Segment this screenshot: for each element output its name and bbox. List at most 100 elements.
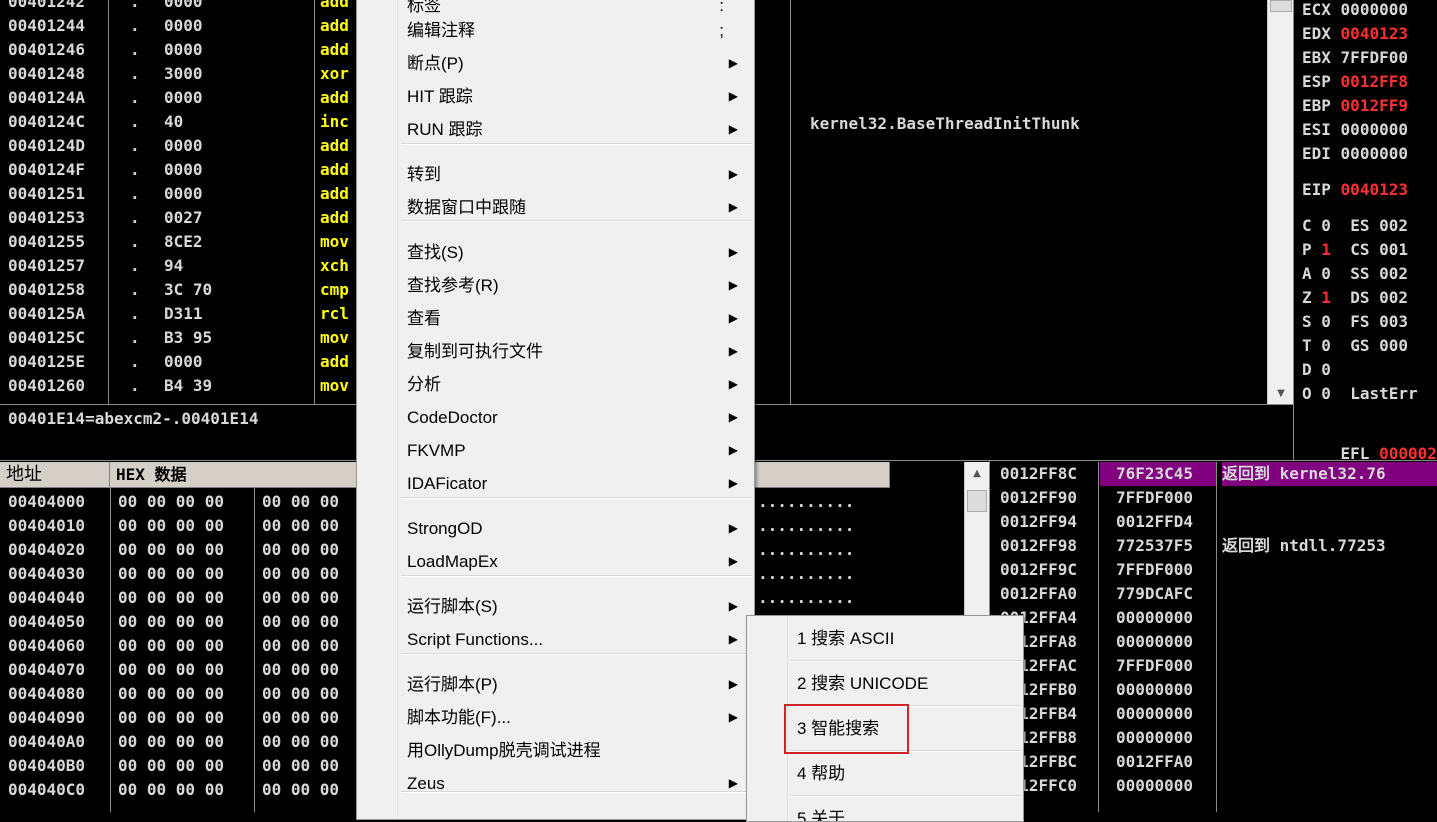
register-ebx[interactable]: EBX 7FFDF00 xyxy=(1302,46,1408,70)
disasm-opcode: add xyxy=(320,208,349,227)
register-esp[interactable]: ESP 0012FF8 xyxy=(1302,70,1408,94)
menu-item-19[interactable]: 运行脚本(P) ▶ xyxy=(357,668,754,701)
disasm-row[interactable]: 00401257. 94 xch xyxy=(0,254,357,278)
flag-row[interactable]: T 0 GS 000 xyxy=(1302,334,1408,358)
submenu-item-1[interactable]: 1 搜索 ASCII xyxy=(747,620,1023,658)
dump-bytes: 00 00 00 xyxy=(262,660,340,679)
disasm-row[interactable]: 00401246. 0000 add xyxy=(0,38,357,62)
flag-row[interactable]: A 0 SS 002 xyxy=(1302,262,1408,286)
menu-item-1[interactable]: 编辑注释; xyxy=(357,14,754,47)
register-ebp[interactable]: EBP 0012FF9 xyxy=(1302,94,1408,118)
flag-row[interactable]: S 0 FS 003 xyxy=(1302,310,1408,334)
disasm-row[interactable]: 00401260. B4 39 mov xyxy=(0,374,357,398)
context-menu[interactable]: 标签: 编辑注释; 断点(P) ▶ HIT 跟踪 ▶ RUN 跟踪 ▶ 转到 ▶ 数据窗口中跟随 ▶ 查… xyxy=(356,0,755,820)
dump-bytes: 00 00 00 00 xyxy=(118,492,224,511)
stack-row[interactable]: 0012FF90 7FFDF000 xyxy=(990,486,1437,510)
menu-item-8[interactable]: 查找参考(R) ▶ xyxy=(357,269,754,302)
stack-row[interactable]: 0012FFA8 00000000 xyxy=(990,630,1437,654)
stack-row[interactable]: 0012FFB8 00000000 xyxy=(990,726,1437,750)
disasm-row[interactable]: 00401244. 0000 add xyxy=(0,14,357,38)
registers-pane[interactable]: ECX 0000000 EDX 0040123 EBX 7FFDF00 ESP 001… xyxy=(1294,0,1437,460)
submenu-arrow-icon: ▶ xyxy=(728,776,738,790)
scroll-down-icon[interactable]: ▼ xyxy=(1268,384,1294,404)
dump-address: 00404010 xyxy=(8,516,86,535)
stack-row[interactable]: 0012FF94 0012FFD4 xyxy=(990,510,1437,534)
disasm-row[interactable]: 00401255. 8CE2 mov xyxy=(0,230,357,254)
register-eip[interactable]: EIP 0040123 xyxy=(1302,178,1408,202)
menu-item-18[interactable]: Script Functions... ▶ xyxy=(357,623,754,656)
menu-item-13[interactable]: FKVMP ▶ xyxy=(357,434,754,467)
stack-pane[interactable]: 0012FF8C 76F23C45 返回到 kernel32.76 0012FF90 7… xyxy=(990,462,1437,812)
comment-pane[interactable]: kernel32.BaseThreadInitThunk xyxy=(752,0,1267,404)
disasm-row[interactable]: 00401242. 0000 add xyxy=(0,0,357,14)
register-edx[interactable]: EDX 0040123 xyxy=(1302,22,1408,46)
disasm-row[interactable]: 0040125A. D311 rcl xyxy=(0,302,357,326)
menu-item-2[interactable]: 断点(P) ▶ xyxy=(357,47,754,80)
scroll-up-icon[interactable]: ▲ xyxy=(965,464,989,484)
submenu-item-5[interactable]: 5 关于 xyxy=(747,800,1023,821)
flag-row[interactable]: C 0 ES 002 xyxy=(1302,214,1408,238)
stack-row[interactable]: 0012FFB0 00000000 xyxy=(990,678,1437,702)
menu-item-17[interactable]: 运行脚本(S) ▶ xyxy=(357,590,754,623)
menu-item-21[interactable]: 用OllyDump脱壳调试进程 xyxy=(357,734,754,767)
disasm-row[interactable]: 0040125C. B3 95 mov xyxy=(0,326,357,350)
menu-item-12[interactable]: CodeDoctor ▶ xyxy=(357,401,754,434)
register-ecx[interactable]: ECX 0000000 xyxy=(1302,0,1408,22)
disasm-row[interactable]: 00401258. 3C 70 cmp xyxy=(0,278,357,302)
stack-row[interactable]: 0012FFAC 7FFDF000 xyxy=(990,654,1437,678)
menu-item-16[interactable]: LoadMapEx ▶ xyxy=(357,545,754,578)
dump-scrollbar-thumb[interactable] xyxy=(967,490,987,512)
dump-header-address[interactable]: 地址 xyxy=(0,462,110,488)
submenu-item-2[interactable]: 2 搜索 UNICODE xyxy=(747,665,1023,703)
disasm-row[interactable]: 00401253. 0027 add xyxy=(0,206,357,230)
disasm-scrollbar-thumb[interactable] xyxy=(1270,0,1292,12)
menu-item-3[interactable]: HIT 跟踪 ▶ xyxy=(357,80,754,113)
disasm-hex: 0027 xyxy=(164,208,203,227)
stack-row[interactable]: 0012FFA4 00000000 xyxy=(990,606,1437,630)
disasm-row[interactable]: 0040124A. 0000 add xyxy=(0,86,357,110)
stack-address: 0012FF98 xyxy=(1000,536,1078,555)
flag-row[interactable]: O 0 LastErr xyxy=(1302,382,1418,406)
flag-row[interactable]: Z 1 DS 002 xyxy=(1302,286,1408,310)
register-efl[interactable]: EFL 0000024 xyxy=(1302,418,1437,460)
disasm-row[interactable]: 00401248. 3000 xor xyxy=(0,62,357,86)
menu-item-15[interactable]: StrongOD ▶ xyxy=(357,512,754,545)
menu-item-4[interactable]: RUN 跟踪 ▶ xyxy=(357,113,754,146)
disasm-row[interactable]: 0040124D. 0000 add xyxy=(0,134,357,158)
submenu-arrow-icon: ▶ xyxy=(728,599,738,613)
menu-item-10[interactable]: 复制到可执行文件 ▶ xyxy=(357,335,754,368)
stack-row[interactable]: 0012FFA0 779DCAFC xyxy=(990,582,1437,606)
menu-item-label: StrongOD xyxy=(407,519,483,538)
menu-item-7[interactable]: 查找(S) ▶ xyxy=(357,236,754,269)
stack-row[interactable]: 0012FFB4 00000000 xyxy=(990,702,1437,726)
disasm-row[interactable]: 0040124C. 40 inc xyxy=(0,110,357,134)
disasm-row[interactable]: 0040125E. 0000 add xyxy=(0,350,357,374)
menu-item-20[interactable]: 脚本功能(F)... ▶ xyxy=(357,701,754,734)
stack-row[interactable]: 0012FFBC 0012FFA0 xyxy=(990,750,1437,774)
stack-row[interactable]: 0012FFC0 00000000 xyxy=(990,774,1437,798)
menu-item-9[interactable]: 查看 ▶ xyxy=(357,302,754,335)
register-esi[interactable]: ESI 0000000 xyxy=(1302,118,1408,142)
submenu-arrow-icon: ▶ xyxy=(728,56,738,70)
flag-row[interactable]: D 0 xyxy=(1302,358,1350,382)
disasm-row[interactable]: 00401251. 0000 add xyxy=(0,182,357,206)
chinese-search-submenu[interactable]: 1 搜索 ASCII 2 搜索 UNICODE 3 智能搜索 4 帮助 5 关于 xyxy=(746,615,1024,822)
disasm-opcode: cmp xyxy=(320,280,349,299)
disasm-row[interactable]: 0040124F. 0000 add xyxy=(0,158,357,182)
menu-item-11[interactable]: 分析 ▶ xyxy=(357,368,754,401)
menu-item-14[interactable]: IDAFicator ▶ xyxy=(357,467,754,500)
disassembly-pane[interactable]: 00401242. 0000 add 00401244. 0000 add 00401246… xyxy=(0,0,357,404)
menu-item-5[interactable]: 转到 ▶ xyxy=(357,158,754,191)
stack-row[interactable]: 0012FF8C 76F23C45 返回到 kernel32.76 xyxy=(990,462,1437,486)
menu-item-23[interactable]: 中文搜索引擎 ▶ xyxy=(357,812,754,819)
menu-item-22[interactable]: Zeus ▶ xyxy=(357,767,754,800)
flag-name: Z xyxy=(1302,288,1312,307)
disasm-scrollbar[interactable]: ▼ xyxy=(1267,0,1294,404)
stack-row[interactable]: 0012FF98 772537F5 返回到 ntdll.77253 xyxy=(990,534,1437,558)
flag-row[interactable]: P 1 CS 001 xyxy=(1302,238,1408,262)
stack-row[interactable]: 0012FF9C 7FFDF000 xyxy=(990,558,1437,582)
stack-value: 00000000 xyxy=(1116,608,1194,627)
register-edi[interactable]: EDI 0000000 xyxy=(1302,142,1408,166)
submenu-item-4[interactable]: 4 帮助 xyxy=(747,755,1023,793)
dump-address: 00404000 xyxy=(8,492,86,511)
